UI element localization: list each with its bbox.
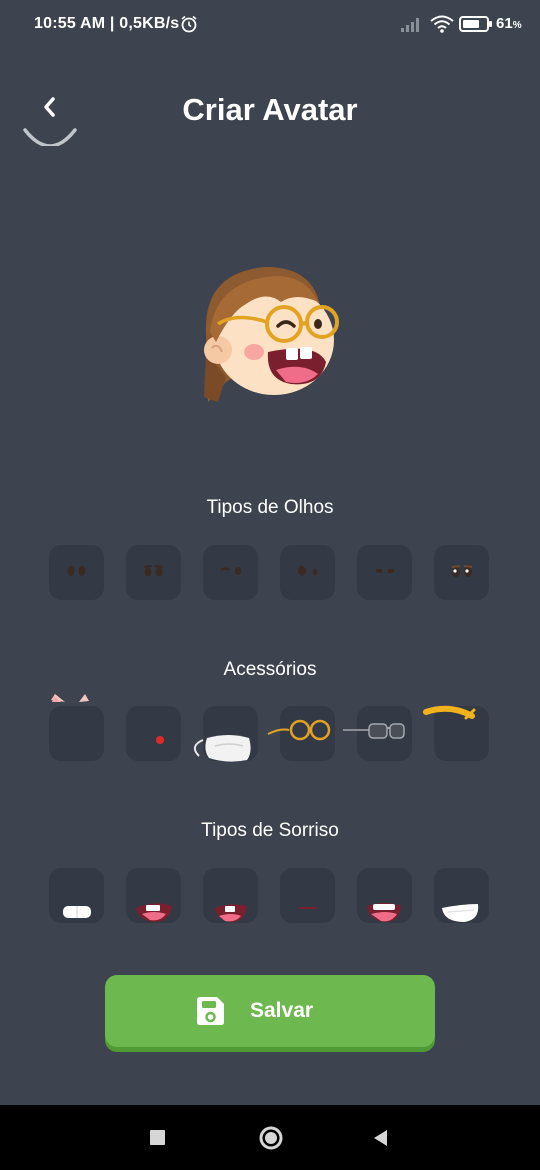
navigation-bar	[0, 1105, 540, 1170]
header: Criar Avatar	[0, 70, 540, 150]
alarm-icon	[181, 15, 197, 33]
recent-apps-icon[interactable]	[150, 1130, 166, 1146]
smile-option-6[interactable]	[434, 868, 489, 923]
round-glasses-icon	[267, 719, 331, 741]
smile-option-1[interactable]	[49, 868, 104, 923]
headband-icon	[423, 705, 476, 720]
clown-nose-icon	[156, 736, 164, 744]
sunglasses-icon	[343, 723, 405, 739]
smile-option-3[interactable]	[203, 868, 258, 923]
avatar-preview	[196, 262, 346, 412]
floppy-disk-icon	[197, 997, 224, 1025]
status-bar: 10:55 AM | 0,5KB/s 61%	[0, 0, 540, 50]
back-nav-icon[interactable]	[372, 1129, 390, 1147]
accessory-option-round-glasses[interactable]	[267, 706, 335, 761]
smile-option-5[interactable]	[357, 868, 412, 923]
save-button-label: Salvar	[250, 999, 314, 1022]
accessories-options-row	[49, 694, 491, 762]
smile-option-2[interactable]	[126, 868, 181, 923]
wifi-icon	[430, 15, 454, 33]
smiles-section-title: Tipos de Sorriso	[201, 820, 339, 841]
smiles-options-row	[49, 868, 491, 924]
eye-option-4[interactable]	[280, 545, 335, 600]
eye-option-5[interactable]	[357, 545, 412, 600]
eyes-options-row	[49, 545, 491, 601]
battery-icon	[459, 16, 492, 32]
status-time: 10:55 AM | 0,5KB/s	[34, 15, 180, 32]
accessories-section-title: Acessórios	[223, 659, 317, 680]
accessory-option-cat-ears[interactable]	[49, 694, 104, 761]
save-button[interactable]: Salvar	[105, 975, 435, 1047]
home-icon[interactable]	[258, 1125, 284, 1151]
page-title: Criar Avatar	[182, 92, 358, 127]
accessory-option-headband[interactable]	[423, 705, 489, 761]
smile-option-4[interactable]	[280, 868, 335, 923]
accessory-option-clown-nose[interactable]	[126, 706, 181, 761]
eyes-section-title: Tipos de Olhos	[206, 497, 334, 518]
battery-percentage: 61%	[496, 15, 522, 32]
accessory-option-sunglasses[interactable]	[343, 706, 412, 761]
accessory-option-face-mask[interactable]	[193, 706, 258, 762]
face-mask-icon	[193, 735, 251, 762]
eye-option-3[interactable]	[203, 545, 258, 600]
eye-option-6[interactable]	[434, 545, 489, 600]
cat-ears-icon	[51, 694, 89, 702]
signal-icon	[401, 18, 419, 32]
eye-option-2[interactable]	[126, 545, 181, 600]
eye-option-1[interactable]	[49, 545, 104, 600]
